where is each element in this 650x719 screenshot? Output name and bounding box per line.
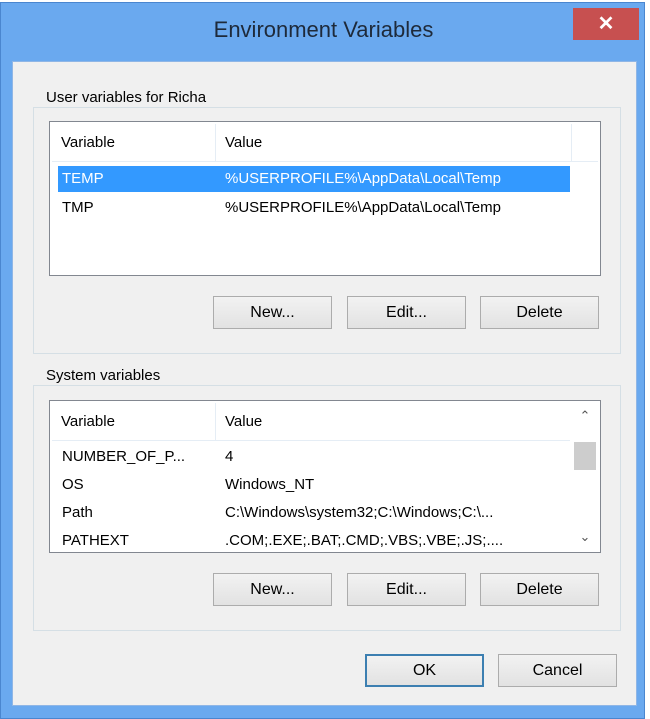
- variable-name: Path: [62, 504, 93, 521]
- list-row-selected[interactable]: TEMP %USERPROFILE%\AppData\Local\Temp: [58, 166, 570, 192]
- list-header: Variable Value: [52, 403, 572, 441]
- column-header-variable[interactable]: Variable: [52, 124, 216, 162]
- variable-name: NUMBER_OF_P...: [62, 448, 186, 465]
- variable-name: TEMP: [62, 170, 104, 187]
- system-variables-label: System variables: [43, 367, 164, 384]
- list-row[interactable]: NUMBER_OF_P... 4: [58, 444, 570, 470]
- column-header-variable[interactable]: Variable: [52, 403, 216, 441]
- scroll-up-icon[interactable]: ⌃: [571, 404, 599, 428]
- user-edit-button[interactable]: Edit...: [347, 296, 466, 329]
- user-delete-button[interactable]: Delete: [480, 296, 599, 329]
- variable-value: %USERPROFILE%\AppData\Local\Temp: [225, 170, 501, 187]
- variable-value: Windows_NT: [225, 476, 315, 493]
- variable-name: OS: [62, 476, 84, 493]
- list-row[interactable]: TMP %USERPROFILE%\AppData\Local\Temp: [58, 195, 570, 221]
- list-row[interactable]: OS Windows_NT: [58, 472, 570, 498]
- system-delete-button[interactable]: Delete: [480, 573, 599, 606]
- variable-name: TMP: [62, 199, 94, 216]
- close-button[interactable]: ✕: [573, 8, 639, 40]
- user-new-button[interactable]: New...: [213, 296, 332, 329]
- list-row[interactable]: PATHEXT .COM;.EXE;.BAT;.CMD;.VBS;.VBE;.JS…: [58, 528, 570, 552]
- list-header: Variable Value: [52, 124, 598, 162]
- user-variables-label: User variables for Richa: [43, 89, 210, 106]
- scroll-thumb[interactable]: [574, 442, 596, 470]
- cancel-button[interactable]: Cancel: [498, 654, 617, 687]
- system-variables-list[interactable]: Variable Value NUMBER_OF_P... 4 OS Windows…: [49, 400, 601, 553]
- column-header-value[interactable]: Value: [216, 124, 572, 162]
- variable-value: 4: [225, 448, 234, 465]
- variable-value: %USERPROFILE%\AppData\Local\Temp: [225, 199, 501, 216]
- system-new-button[interactable]: New...: [213, 573, 332, 606]
- user-variables-list[interactable]: Variable Value TEMP %USERPROFILE%\AppData…: [49, 121, 601, 276]
- ok-button[interactable]: OK: [365, 654, 484, 687]
- variable-value: .COM;.EXE;.BAT;.CMD;.VBS;.VBE;.JS;....: [225, 532, 504, 549]
- list-row[interactable]: Path C:\Windows\system32;C:\Windows;C:\..…: [58, 500, 570, 526]
- dialog-title: Environment Variables: [213, 17, 434, 42]
- variable-name: PATHEXT: [62, 532, 129, 549]
- system-edit-button[interactable]: Edit...: [347, 573, 466, 606]
- column-header-value[interactable]: Value: [216, 403, 572, 441]
- scroll-down-icon[interactable]: ⌄: [571, 525, 599, 549]
- variable-value: C:\Windows\system32;C:\Windows;C:\...: [225, 504, 494, 521]
- vertical-scrollbar[interactable]: ⌃ ⌄: [571, 402, 599, 551]
